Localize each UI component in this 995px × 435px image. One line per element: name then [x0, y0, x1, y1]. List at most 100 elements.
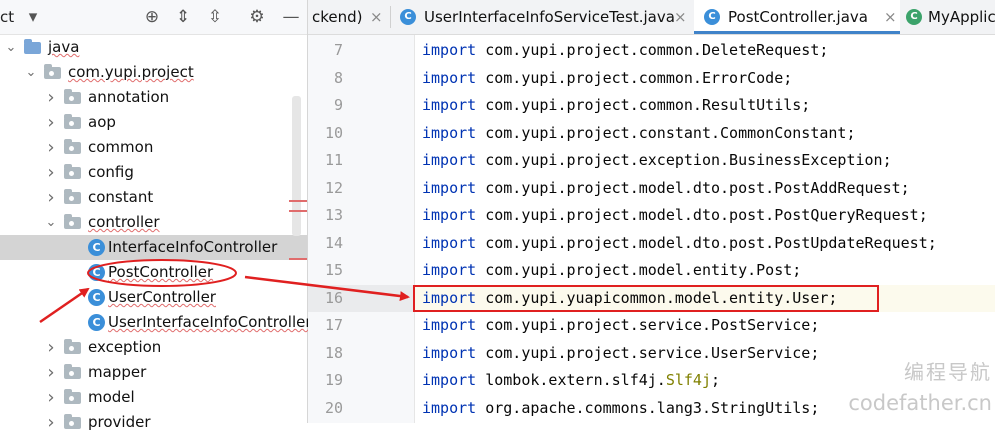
- tree-scrollbar[interactable]: [292, 96, 301, 236]
- class-icon: C: [88, 289, 105, 306]
- keyword-token: import: [422, 343, 477, 362]
- tree-item-label: PostController: [108, 263, 214, 281]
- watermark-chinese: 编程导航: [904, 360, 992, 384]
- tree-item-label: config: [88, 163, 134, 181]
- tree-item[interactable]: C PostController: [0, 260, 307, 285]
- code-line[interactable]: import com.yupi.project.exception.Busine…: [422, 147, 892, 174]
- keyword-token: import: [422, 233, 477, 252]
- package-folder-icon: [64, 389, 81, 404]
- chevron-down-icon[interactable]: ⌄: [24, 60, 38, 85]
- tab-label: ckend): [312, 8, 363, 26]
- tab-userinterfaceinfoservicetest[interactable]: C UserInterfaceInfoServiceTest.java ×: [394, 0, 692, 34]
- tree-item-label: model: [88, 388, 135, 406]
- gear-icon[interactable]: ⚙: [246, 6, 268, 28]
- chevron-down-icon[interactable]: ⌄: [4, 35, 18, 60]
- tree-item[interactable]: ⌄ java: [0, 35, 307, 60]
- package-folder-icon: [64, 89, 81, 104]
- line-number: 17: [324, 316, 343, 334]
- package-folder-icon: [64, 114, 81, 129]
- chevron-right-icon[interactable]: ›: [44, 185, 58, 210]
- tab-label: PostController.java: [728, 8, 868, 26]
- chevron-right-icon[interactable]: ›: [44, 160, 58, 185]
- class-icon: C: [704, 9, 720, 25]
- tree-item[interactable]: › annotation: [0, 85, 307, 110]
- tree-item[interactable]: › mapper: [0, 360, 307, 385]
- chevron-right-icon[interactable]: ›: [44, 135, 58, 160]
- package-folder-icon: [64, 214, 81, 229]
- package-folder-icon: [64, 339, 81, 354]
- package-folder-icon: [44, 64, 61, 79]
- tree-item[interactable]: C UserInterfaceInfoController: [0, 310, 312, 335]
- code-line[interactable]: import com.yupi.project.model.dto.post.P…: [422, 175, 910, 202]
- code-line[interactable]: import com.yupi.project.common.DeleteReq…: [422, 37, 828, 64]
- chevron-right-icon[interactable]: ›: [44, 385, 58, 410]
- close-icon[interactable]: ×: [370, 0, 383, 34]
- tree-item-label: exception: [88, 338, 162, 356]
- locate-file-icon[interactable]: ⊕: [141, 6, 163, 28]
- class-icon: C: [88, 239, 105, 256]
- tree-item[interactable]: › aop: [0, 110, 307, 135]
- tab-label: UserInterfaceInfoServiceTest.java: [424, 8, 675, 26]
- line-number: 16: [324, 288, 343, 307]
- keyword-token: import: [422, 123, 477, 142]
- tree-item-label: annotation: [88, 88, 170, 106]
- code-line[interactable]: import com.yupi.project.service.PostServ…: [422, 312, 819, 339]
- watermark: 编程导航 codefather.cn: [842, 356, 992, 415]
- chevron-right-icon[interactable]: ›: [44, 85, 58, 110]
- chevron-right-icon[interactable]: ›: [44, 110, 58, 135]
- code-line[interactable]: import com.yupi.project.common.ErrorCode…: [422, 65, 792, 92]
- close-icon[interactable]: ×: [884, 0, 897, 34]
- code-line[interactable]: import lombok.extern.slf4j.Slf4j;: [422, 367, 720, 394]
- source-folder-icon: [24, 39, 41, 54]
- tab-postcontroller[interactable]: C PostController.java ×: [694, 0, 900, 34]
- line-number: 13: [324, 206, 343, 224]
- tab-backend-module[interactable]: ckend) ×: [308, 0, 384, 34]
- package-folder-icon: [64, 164, 81, 179]
- keyword-token: import: [422, 261, 477, 279]
- tree-item-label: InterfaceInfoController: [108, 238, 278, 256]
- tree-item[interactable]: C UserController: [0, 285, 307, 310]
- line-number-gutter: 7 8 9 10 11 12 13 14 15 16 17 18 19 20: [308, 35, 415, 423]
- close-icon[interactable]: ×: [674, 0, 687, 34]
- tree-item[interactable]: › config: [0, 160, 307, 185]
- keyword-token: import: [422, 151, 477, 169]
- code-line[interactable]: import org.apache.commons.lang3.StringUt…: [422, 395, 819, 422]
- line-number: 11: [324, 151, 343, 169]
- tree-item[interactable]: C InterfaceInfoController: [0, 235, 307, 260]
- tree-item-label: com.yupi.project: [68, 63, 194, 81]
- keyword-token: import: [422, 41, 477, 59]
- code-line[interactable]: import com.yupi.project.service.UserServ…: [422, 340, 819, 367]
- code-line[interactable]: import com.yupi.project.model.entity.Pos…: [422, 257, 801, 284]
- hide-panel-icon[interactable]: —: [280, 6, 302, 28]
- tree-item[interactable]: › common: [0, 135, 307, 160]
- collapse-all-icon[interactable]: ⇳: [204, 6, 226, 28]
- class-icon: C: [88, 314, 105, 331]
- expand-all-icon[interactable]: ⇕: [172, 6, 194, 28]
- code-line[interactable]: import com.yupi.project.constant.CommonC…: [422, 120, 855, 147]
- view-dropdown-icon[interactable]: ▾: [22, 6, 44, 28]
- code-line[interactable]: import com.yupi.project.model.dto.post.P…: [422, 202, 928, 229]
- tree-item[interactable]: › constant: [0, 185, 307, 210]
- tree-item[interactable]: ⌄ controller: [0, 210, 307, 235]
- keyword-token: import: [422, 178, 477, 197]
- keyword-token: import: [422, 398, 477, 417]
- chevron-right-icon[interactable]: ›: [44, 335, 58, 360]
- line-number: 20: [324, 398, 343, 417]
- chevron-down-icon[interactable]: ⌄: [44, 210, 58, 235]
- tree-item-label: common: [88, 138, 154, 156]
- package-folder-icon: [64, 189, 81, 204]
- tree-item[interactable]: › exception: [0, 335, 307, 360]
- code-line[interactable]: import com.yupi.project.common.ResultUti…: [422, 92, 810, 119]
- line-number: 15: [324, 261, 343, 279]
- annotation-highlight-box: [413, 285, 879, 312]
- tab-myapplication[interactable]: C MyApplic: [902, 0, 995, 34]
- tree-item-label: UserController: [108, 288, 216, 306]
- line-number: 10: [324, 123, 343, 142]
- project-toolbar: ct ▾ ⊕ ⇕ ⇳ ⚙ —: [0, 0, 307, 35]
- tree-item[interactable]: ⌄ com.yupi.project: [0, 60, 307, 85]
- chevron-right-icon[interactable]: ›: [44, 360, 58, 385]
- line-number: 18: [324, 343, 343, 362]
- line-number: 12: [324, 178, 343, 197]
- tree-item[interactable]: › model: [0, 385, 307, 410]
- code-line[interactable]: import com.yupi.project.model.dto.post.P…: [422, 230, 937, 257]
